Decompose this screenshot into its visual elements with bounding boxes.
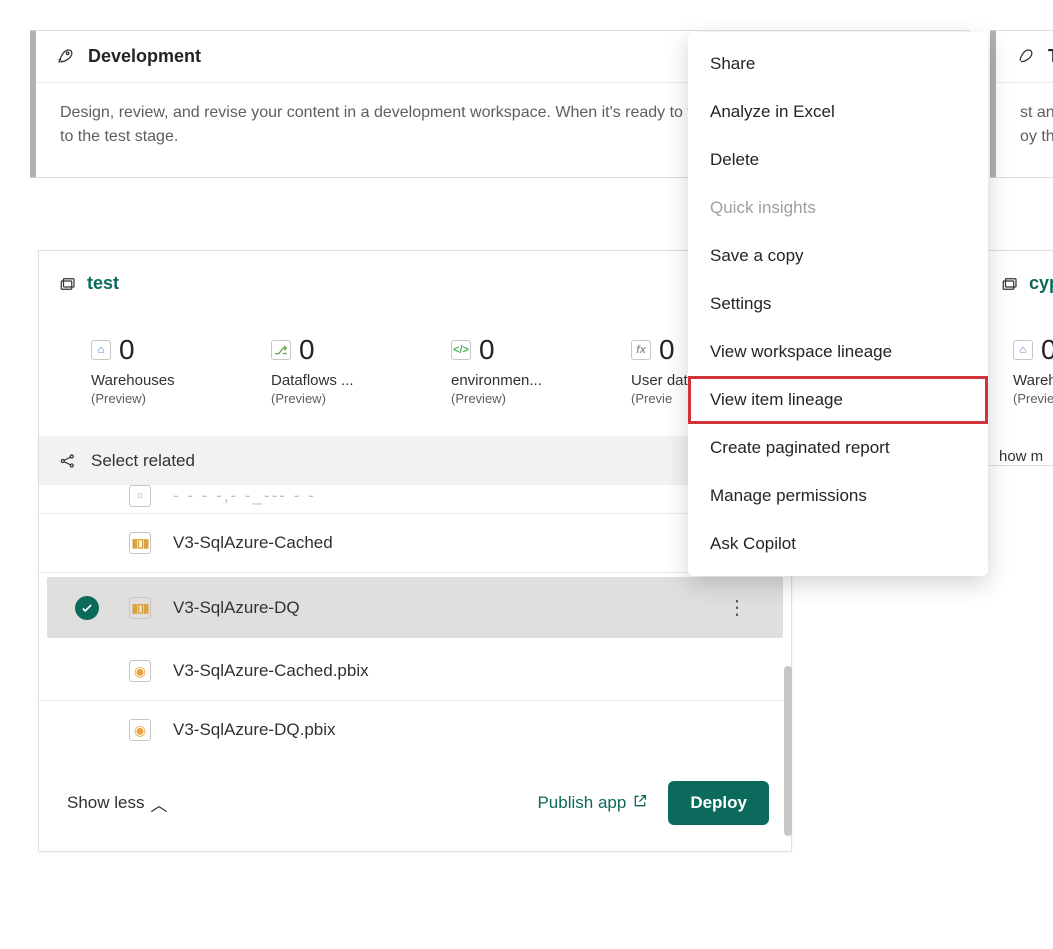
stat-warehouses: ⌂ 0 Warehouses (Preview) [91,334,221,406]
menu-delete[interactable]: Delete [688,136,988,184]
external-link-icon [632,793,648,814]
stage-description: st and v oy the [996,83,1053,177]
list-item-selected[interactable]: ▮▯▮ V3-SqlAzure-DQ ⋮ [47,577,783,638]
deploy-button[interactable]: Deploy [668,781,769,825]
menu-quick-insights: Quick insights [688,184,988,232]
scrollbar-thumb[interactable] [784,666,792,836]
stage-card-test: Test st and v oy the [990,30,1053,178]
rocket-icon [56,45,76,68]
dataset-icon: ▫ [129,485,151,507]
menu-ask-copilot[interactable]: Ask Copilot [688,520,988,568]
rocket-icon [1016,45,1036,68]
stage-title: Development [88,46,201,67]
stat-dataflows: ⎇ 0 Dataflows ... (Preview) [271,334,401,406]
list-item[interactable]: ▫ - - - -,- -_--- - - [39,485,791,514]
workspace-name[interactable]: test [87,273,119,294]
workspace-card-peek: cypres ⌂ 0 Wareh (Previe how m [980,250,1053,466]
workspace-icon [59,275,77,293]
workspace-card: test ⌂ 0 Warehouses (Preview) ⎇ 0 Datafl… [38,250,792,852]
list-item[interactable]: ▮▯▮ V3-SqlAzure-Cached [39,514,791,573]
report-icon: ▮▯▮ [129,532,151,554]
menu-share[interactable]: Share [688,40,988,88]
list-item[interactable]: ◉ V3-SqlAzure-Cached.pbix [39,642,791,701]
related-graph-icon [59,452,77,470]
chevron-up-icon: ︿ [150,791,167,816]
menu-manage-permissions[interactable]: Manage permissions [688,472,988,520]
context-menu: Share Analyze in Excel Delete Quick insi… [688,32,988,576]
stats-row: ⌂ 0 Warehouses (Preview) ⎇ 0 Dataflows .… [39,304,791,436]
menu-view-item-lineage[interactable]: View item lineage [688,376,988,424]
workspace-icon [1001,275,1019,293]
fx-icon: fx [631,340,651,360]
menu-save-copy[interactable]: Save a copy [688,232,988,280]
stat-environments: </> 0 environmen... (Preview) [451,334,581,406]
list-item[interactable]: ◉ V3-SqlAzure-DQ.pbix [39,701,791,759]
more-options-icon[interactable]: ⋮ [719,595,755,620]
warehouse-icon: ⌂ [91,340,111,360]
dataflow-icon: ⎇ [271,340,291,360]
item-list: ▫ - - - -,- -_--- - - ▮▯▮ V3-SqlAzure-Ca… [39,485,791,759]
warehouse-icon: ⌂ [1013,340,1033,360]
select-related-bar: Select related ✕ 1 s [39,436,791,485]
environment-icon: </> [451,340,471,360]
workspace-name[interactable]: cypres [1029,273,1053,294]
menu-create-paginated-report[interactable]: Create paginated report [688,424,988,472]
pbix-icon: ◉ [129,719,151,741]
menu-analyze-excel[interactable]: Analyze in Excel [688,88,988,136]
select-related-label[interactable]: Select related [91,451,195,471]
check-icon [75,596,99,620]
stage-title: Test [1048,46,1053,67]
show-more-fragment: how m [981,436,1053,465]
menu-view-workspace-lineage[interactable]: View workspace lineage [688,328,988,376]
report-icon: ▮▯▮ [129,597,151,619]
pbix-icon: ◉ [129,660,151,682]
stat-warehouses: ⌂ 0 Wareh (Previe [1013,334,1053,406]
publish-app-link[interactable]: Publish app [537,793,648,814]
menu-settings[interactable]: Settings [688,280,988,328]
show-less-toggle[interactable]: Show less ︿ [67,791,167,816]
